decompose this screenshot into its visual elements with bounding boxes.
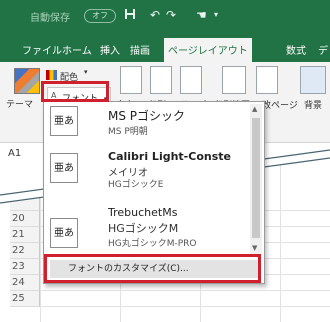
tab-insert[interactable]: 挿入	[100, 42, 120, 57]
background-icon[interactable]	[300, 66, 326, 94]
customize-qat-icon[interactable]: ▾	[214, 8, 218, 22]
scroll-down-icon[interactable]: ▼	[252, 244, 257, 252]
ribbon-tabs: ファイル ホーム 挿入 描画 ページレイアウト 数式 デ	[0, 34, 330, 62]
breaks-label: 改ページ	[262, 101, 298, 111]
row-header[interactable]: 23	[10, 259, 40, 275]
highlight-fonts-button	[41, 81, 109, 102]
undo-icon[interactable]: ↶	[150, 8, 160, 22]
font-preview: 亜あ	[50, 218, 78, 248]
font-preview: 亜あ	[50, 106, 78, 136]
row-header[interactable]: 22	[10, 243, 40, 259]
scroll-thumb[interactable]	[252, 118, 260, 238]
tab-file[interactable]: ファイル	[22, 42, 62, 57]
row-header[interactable]: 25	[10, 291, 40, 307]
highlight-customize-item	[44, 254, 261, 283]
colors-icon[interactable]	[46, 70, 57, 80]
tab-formulas[interactable]: 数式	[286, 42, 306, 57]
redo-icon[interactable]: ↷	[166, 8, 176, 22]
tab-data[interactable]: デ	[318, 42, 328, 57]
row-header[interactable]: 24	[10, 275, 40, 291]
autosave-toggle[interactable]: オフ	[84, 9, 116, 23]
quick-access-toolbar: 自動保存 オフ ↶ ↷ ☚ ▾	[0, 0, 330, 34]
colors-dropdown-icon[interactable]: ▾	[84, 68, 88, 76]
autosave-label: 自動保存	[30, 13, 70, 24]
font-heading-name: TrebuchetMs	[108, 206, 178, 219]
font-preview: 亜あ	[50, 153, 78, 183]
row-header[interactable]: 20	[10, 211, 40, 227]
column-divider	[280, 158, 281, 322]
font-heading-name: MS Pゴシック	[108, 109, 186, 123]
size-icon[interactable]	[180, 66, 202, 94]
name-box[interactable]: A1	[8, 148, 42, 166]
row-header[interactable]: 21	[10, 227, 40, 243]
font-body-name: HGゴシックM	[108, 222, 179, 235]
tab-home[interactable]: ホーム	[62, 42, 92, 57]
background-label: 背景	[304, 101, 323, 111]
breaks-icon[interactable]	[256, 66, 278, 94]
touch-mode-icon[interactable]: ☚	[196, 8, 207, 22]
orientation-icon[interactable]	[150, 66, 172, 94]
row-gridline	[40, 306, 330, 307]
font-heading-name: Calibri Light-Conste	[108, 150, 231, 163]
row-gridline	[40, 290, 330, 291]
print-area-icon[interactable]	[222, 66, 246, 94]
tab-draw[interactable]: 描画	[130, 42, 150, 57]
row-header[interactable]	[10, 195, 40, 211]
font-alt-name: HGゴシックE	[108, 180, 164, 190]
menu-scrollbar[interactable]: ▲ ▼	[250, 104, 262, 254]
margins-icon[interactable]	[120, 66, 142, 94]
themes-label: テーマ	[6, 100, 34, 110]
excel-screenshot: 自動保存 オフ ↶ ↷ ☚ ▾ ファイル ホーム 挿入 描画 ページレイアウト …	[0, 0, 330, 322]
tab-page-layout[interactable]: ページレイアウト	[164, 38, 252, 62]
font-alt-name: HG丸ゴシックM-PRO	[108, 239, 197, 249]
scroll-up-icon[interactable]: ▲	[252, 105, 257, 113]
font-body-name: MS P明朝	[108, 127, 148, 137]
themes-icon[interactable]	[14, 68, 40, 94]
save-icon[interactable]	[124, 8, 136, 23]
